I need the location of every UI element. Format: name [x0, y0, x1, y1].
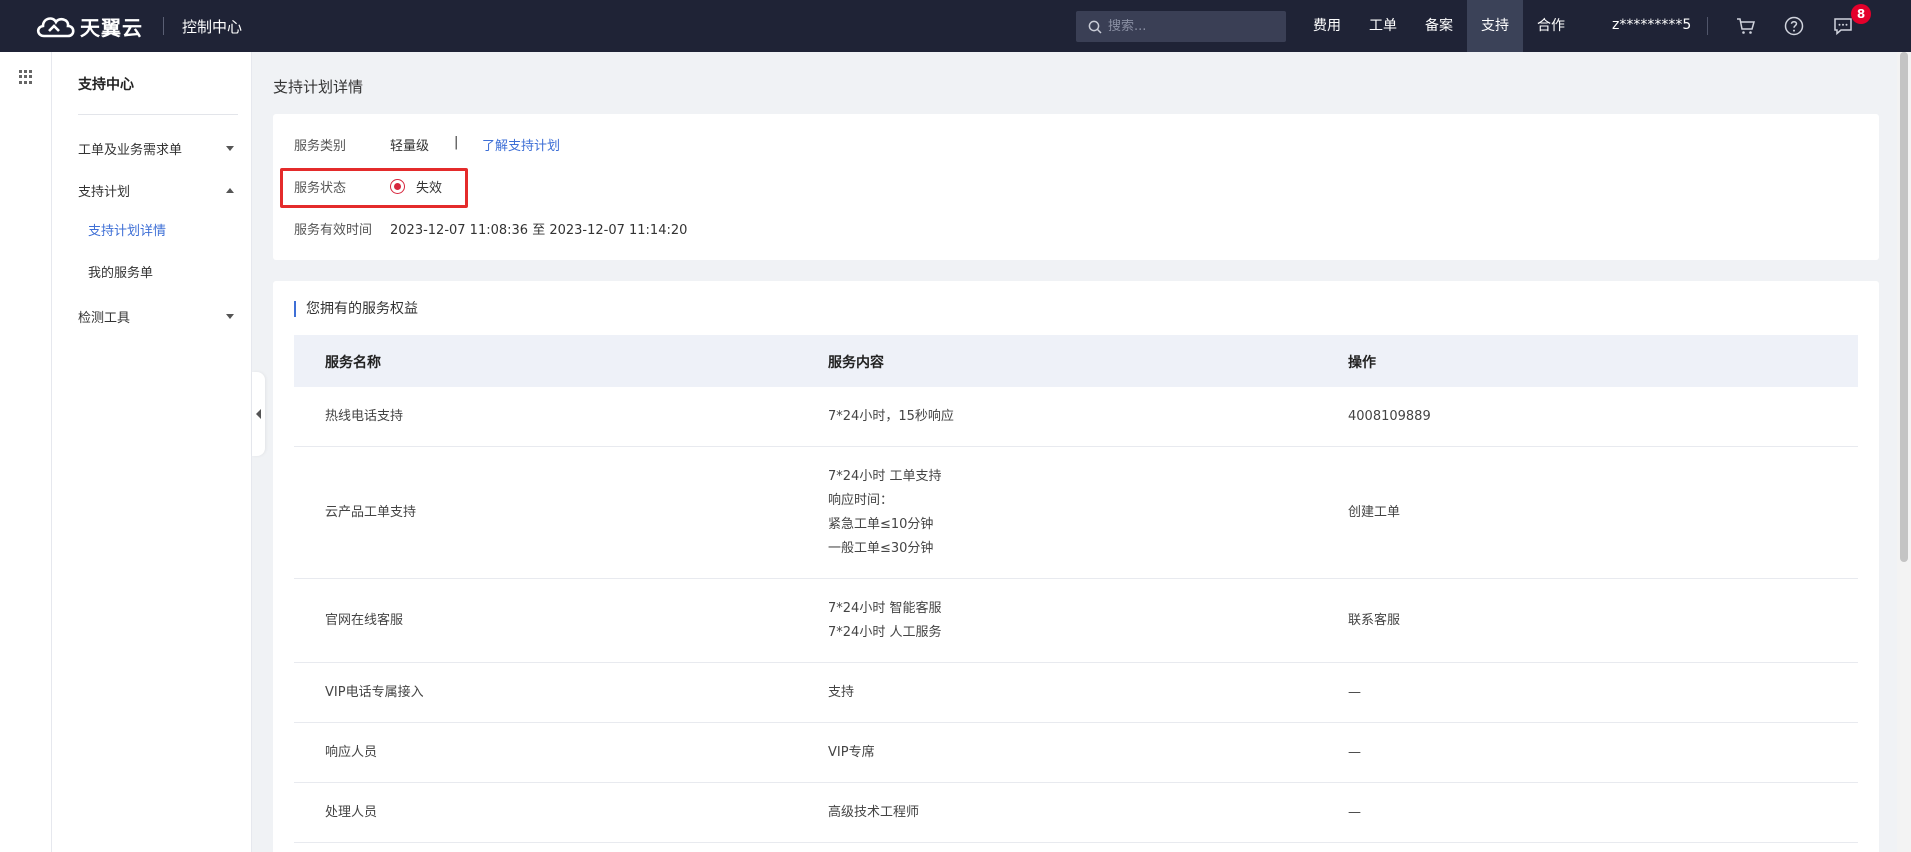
help-icon: [1784, 16, 1804, 36]
sidebar-item-my-service-orders[interactable]: 我的服务单: [88, 264, 153, 284]
chevron-up-icon: [226, 187, 234, 193]
app-grid-icon[interactable]: [19, 70, 33, 84]
nav-partner[interactable]: 合作: [1523, 0, 1579, 52]
row-service-name: 官网在线客服: [325, 613, 404, 628]
row-action: —: [1348, 745, 1361, 760]
nav-divider: [1707, 17, 1708, 35]
column-header-name: 服务名称: [325, 355, 381, 371]
sidebar-item-label: 工单及业务需求单: [78, 142, 183, 158]
table-row: 热线电话支持 7*24小时，15秒响应 4008109889: [294, 387, 1858, 447]
chevron-left-icon: [256, 409, 261, 419]
chevron-down-icon: [226, 313, 234, 319]
page-title: 支持计划详情: [273, 78, 364, 96]
row-service-content: 7*24小时 工单支持 响应时间： 紧急工单≤10分钟 一般工单≤30分钟: [828, 469, 942, 556]
service-time-label: 服务有效时间: [294, 223, 373, 238]
table-row: 官网在线客服 7*24小时 智能客服 7*24小时 人工服务 联系客服: [294, 579, 1858, 663]
search-input[interactable]: [1108, 19, 1278, 34]
row-action: —: [1348, 685, 1361, 700]
hotline-number: 4008109889: [1348, 409, 1431, 424]
table-header: 服务名称 服务内容 操作: [294, 335, 1858, 387]
row-action: —: [1348, 805, 1361, 820]
nav-fees[interactable]: 费用: [1299, 0, 1355, 52]
cart-button[interactable]: [1734, 14, 1758, 38]
row-service-content: 高级技术工程师: [828, 805, 920, 820]
brand-logo[interactable]: 天翼云: [34, 12, 143, 41]
contact-support-link[interactable]: 联系客服: [1348, 609, 1400, 633]
service-time-value: 2023-12-07 11:08:36 至 2023-12-07 11:14:2…: [390, 223, 688, 238]
service-status-label: 服务状态: [294, 181, 347, 196]
search-icon: [1088, 20, 1102, 34]
sidebar-item-support-plan[interactable]: 支持计划: [78, 180, 238, 200]
sidebar-divider: [78, 114, 238, 115]
sidebar-item-label: 支持计划: [78, 184, 131, 200]
sidebar-collapse-handle[interactable]: [252, 372, 265, 456]
chevron-down-icon: [226, 145, 234, 151]
scrollbar-thumb[interactable]: [1900, 52, 1908, 562]
table-row: VIP电话专属接入 支持 —: [294, 663, 1858, 723]
row-service-content: VIP专席: [828, 745, 875, 760]
nav-filing[interactable]: 备案: [1411, 0, 1467, 52]
message-count-badge: 8: [1851, 4, 1871, 24]
search-box[interactable]: [1076, 11, 1286, 42]
app-rail: [0, 52, 52, 852]
row-service-name: 云产品工单支持: [325, 505, 417, 520]
learn-support-plan-link[interactable]: 了解支持计划: [482, 135, 560, 154]
create-ticket-link[interactable]: 创建工单: [1348, 501, 1400, 525]
message-icon: [1834, 18, 1852, 36]
row-service-content: 7*24小时，15秒响应: [828, 409, 954, 424]
service-type-label: 服务类别: [294, 139, 347, 154]
top-navbar: 天翼云 控制中心 费用 工单 备案 支持 合作 z*********5: [0, 0, 1911, 52]
nav-tickets[interactable]: 工单: [1355, 0, 1411, 52]
user-account[interactable]: z*********5: [1612, 0, 1691, 52]
status-indicator-icon: [390, 179, 405, 194]
row-service-content: 7*24小时 智能客服 7*24小时 人工服务: [828, 601, 942, 640]
table-row: 处理人员 高级技术工程师 —: [294, 783, 1858, 843]
cloud-logo-icon: [36, 17, 75, 38]
sidebar-item-plan-details[interactable]: 支持计划详情: [88, 222, 166, 242]
column-header-content: 服务内容: [828, 355, 884, 371]
brand-name: 天翼云: [80, 15, 143, 40]
sidebar-item-tickets[interactable]: 工单及业务需求单: [78, 138, 238, 158]
sidebar-item-label: 检测工具: [78, 310, 131, 326]
benefits-section-title: 您拥有的服务权益: [294, 301, 418, 317]
benefits-card: 您拥有的服务权益 服务名称 服务内容 操作 热线电话支持 7*24小时，15秒响…: [273, 281, 1879, 852]
row-service-name: VIP电话专属接入: [325, 685, 424, 700]
cart-icon: [1737, 18, 1755, 34]
sidebar-title: 支持中心: [78, 77, 134, 93]
help-button[interactable]: [1782, 14, 1806, 38]
table-row: 云产品工单支持 7*24小时 工单支持 响应时间： 紧急工单≤10分钟 一般工单…: [294, 447, 1858, 579]
top-nav-menu: 费用 工单 备案 支持 合作: [1299, 0, 1579, 52]
service-status-value: 失效: [416, 181, 443, 196]
row-service-name: 响应人员: [325, 745, 378, 760]
column-header-action: 操作: [1348, 355, 1376, 371]
field-separator: |: [454, 135, 459, 150]
table-row: 响应人员 VIP专席 —: [294, 723, 1858, 783]
service-type-value: 轻量级: [390, 139, 430, 154]
sidebar: 支持中心 工单及业务需求单 支持计划 支持计划详情 我的服务单 检测工具: [52, 52, 252, 852]
row-service-name: 处理人员: [325, 805, 378, 820]
plan-info-card: 服务类别 轻量级 | 了解支持计划 服务状态 失效 服务有效时间 2023-12…: [273, 114, 1879, 260]
sidebar-item-detection-tools[interactable]: 检测工具: [78, 306, 238, 326]
row-service-content: 支持: [828, 685, 855, 700]
row-service-name: 热线电话支持: [325, 409, 404, 424]
nav-support[interactable]: 支持: [1467, 0, 1523, 52]
logo-divider: [163, 17, 164, 35]
page-scrollbar[interactable]: [1897, 52, 1911, 852]
console-title[interactable]: 控制中心: [182, 16, 242, 37]
